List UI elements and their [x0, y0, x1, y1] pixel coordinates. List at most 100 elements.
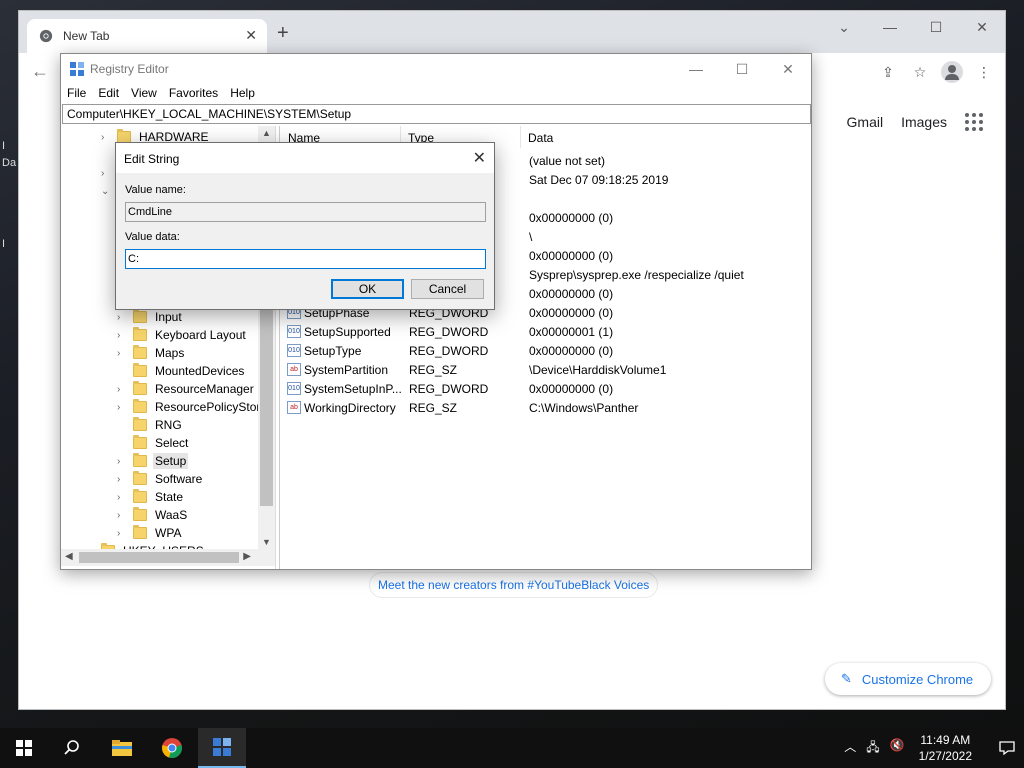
- column-header-data[interactable]: Data: [521, 126, 811, 148]
- folder-icon: [133, 345, 147, 359]
- ok-button[interactable]: OK: [331, 279, 404, 299]
- registry-editor-icon: [213, 738, 231, 756]
- dialog-title: Edit String: [124, 152, 180, 166]
- tree-item-mounteddevices[interactable]: MountedDevices: [117, 362, 246, 380]
- folder-icon: [133, 453, 147, 467]
- tree-item-input[interactable]: › Input: [117, 308, 184, 326]
- back-arrow-icon[interactable]: ←: [31, 61, 49, 82]
- start-button[interactable]: [0, 728, 48, 768]
- desktop-label-2: Da: [2, 157, 17, 169]
- value-row-workingdirectory[interactable]: ab WorkingDirectory REG_SZ C:\Windows\Panth…: [281, 398, 638, 417]
- tree-item-software[interactable]: › Software: [117, 470, 204, 488]
- toolbar-actions: ⇪ ☆ ⋮: [877, 61, 995, 83]
- regedit-title: Registry Editor: [90, 62, 169, 76]
- folder-icon: [133, 525, 147, 539]
- close-icon[interactable]: ✕: [959, 11, 1005, 43]
- value-name-field: CmdLine: [125, 202, 486, 222]
- regedit-maximize-icon[interactable]: ☐: [719, 54, 765, 84]
- tree-item-setup[interactable]: › Setup: [117, 452, 189, 470]
- value-row-systemsetupinprogress[interactable]: 010 SystemSetupInP... REG_DWORD 0x00000000 …: [281, 379, 613, 398]
- search-icon: [64, 740, 79, 755]
- taskbar-registry-editor[interactable]: [198, 728, 246, 768]
- dialog-close-icon[interactable]: ✕: [473, 148, 486, 168]
- tree-item-wpa[interactable]: › WPA: [117, 524, 183, 542]
- volume-muted-icon[interactable]: 🔇: [890, 738, 905, 759]
- network-icon[interactable]: 🖧: [866, 738, 879, 759]
- clock[interactable]: 11:49 AM 1/27/2022: [919, 732, 972, 764]
- images-link[interactable]: Images: [901, 114, 947, 130]
- maximize-icon[interactable]: ☐: [913, 11, 959, 43]
- expand-chevron-icon[interactable]: ›: [101, 132, 111, 143]
- search-button[interactable]: [48, 728, 96, 768]
- menu-view[interactable]: View: [125, 84, 163, 104]
- tree-item-maps[interactable]: › Maps: [117, 344, 186, 362]
- system-tray: ︿ 🖧 🔇 11:49 AM 1/27/2022: [844, 728, 1024, 768]
- scroll-left-icon[interactable]: ◀: [65, 551, 73, 562]
- tree-item-keyboard-layout[interactable]: › Keyboard Layout: [117, 326, 248, 344]
- new-tab-button[interactable]: +: [277, 23, 289, 43]
- tab-close-icon[interactable]: ✕: [245, 27, 257, 44]
- string-value-icon: ab: [287, 363, 301, 376]
- address-bar[interactable]: Computer\HKEY_LOCAL_MACHINE\SYSTEM\Setup: [62, 104, 811, 124]
- collapse-chevron-icon[interactable]: ⌄: [101, 186, 111, 197]
- folder-icon: [133, 399, 147, 413]
- regedit-close-icon[interactable]: ✕: [765, 54, 811, 84]
- value-row-setupsupported[interactable]: 010 SetupSupported REG_DWORD 0x00000001 (1): [281, 322, 613, 341]
- taskbar-chrome[interactable]: [148, 728, 196, 768]
- notification-center-icon[interactable]: [990, 740, 1024, 756]
- show-hidden-icons-chevron-icon[interactable]: ︿: [844, 738, 856, 759]
- taskbar-file-explorer[interactable]: [98, 728, 146, 768]
- tree-horizontal-scrollbar[interactable]: ◀ ▶: [61, 549, 275, 566]
- windows-logo-icon: [16, 740, 32, 756]
- folder-icon: [133, 309, 147, 323]
- value-row-setuptype[interactable]: 010 SetupType REG_DWORD 0x00000000 (0): [281, 341, 613, 360]
- scroll-up-icon[interactable]: ▲: [258, 128, 275, 138]
- regedit-minimize-icon[interactable]: —: [673, 54, 719, 84]
- chrome-tab-strip: New Tab ✕ + ⌄ — ☐ ✕: [19, 11, 1005, 53]
- more-menu-icon[interactable]: ⋮: [973, 61, 995, 83]
- clock-date: 1/27/2022: [918, 749, 972, 763]
- value-data-input[interactable]: C:: [125, 249, 486, 269]
- chrome-tab-new-tab[interactable]: New Tab ✕: [27, 19, 267, 53]
- folder-icon: [133, 507, 147, 521]
- menu-file[interactable]: File: [61, 84, 92, 104]
- dword-value-icon: 010: [287, 344, 301, 357]
- expand-chevron-icon[interactable]: ›: [101, 168, 111, 179]
- tree-item-rng[interactable]: RNG: [117, 416, 184, 434]
- tree-item-resourcepolicystore[interactable]: › ResourcePolicyStore: [117, 398, 269, 416]
- cancel-button[interactable]: Cancel: [411, 279, 484, 299]
- registry-editor-window: Registry Editor — ☐ ✕ File Edit View Fav…: [60, 53, 812, 570]
- value-row-systempartition[interactable]: ab SystemPartition REG_SZ \Device\HarddiskV…: [281, 360, 666, 379]
- customize-chrome-label: Customize Chrome: [861, 671, 974, 687]
- menu-edit[interactable]: Edit: [92, 84, 125, 104]
- scroll-right-icon[interactable]: ▶: [243, 551, 251, 562]
- promo-link[interactable]: Meet the new creators from #YouTubeBlack…: [369, 572, 659, 598]
- tree-item-waas[interactable]: › WaaS: [117, 506, 189, 524]
- hscroll-thumb[interactable]: [79, 552, 239, 563]
- minimize-icon[interactable]: —: [867, 11, 913, 43]
- tree-item-state[interactable]: › State: [117, 488, 185, 506]
- edit-string-dialog: Edit String ✕ Value name: CmdLine Value …: [115, 142, 495, 310]
- dword-value-icon: 010: [287, 325, 301, 338]
- bookmark-star-icon[interactable]: ☆: [909, 61, 931, 83]
- tree-item-select[interactable]: Select: [117, 434, 190, 452]
- clock-time: 11:49 AM: [920, 733, 971, 747]
- share-icon[interactable]: ⇪: [877, 61, 899, 83]
- apps-grid-icon[interactable]: [965, 113, 983, 131]
- customize-chrome-button[interactable]: ✎ Customize Chrome: [825, 663, 991, 695]
- string-value-icon: ab: [287, 401, 301, 414]
- tab-search-icon[interactable]: ⌄: [821, 11, 867, 43]
- dialog-titlebar[interactable]: Edit String ✕: [116, 143, 494, 173]
- menu-favorites[interactable]: Favorites: [163, 84, 224, 104]
- file-explorer-icon: [112, 740, 132, 756]
- menu-help[interactable]: Help: [224, 84, 261, 104]
- regedit-menubar: File Edit View Favorites Help: [61, 84, 261, 104]
- tree-item-resourcemanager[interactable]: › ResourceManager: [117, 380, 256, 398]
- chrome-window-controls: ⌄ — ☐ ✕: [821, 11, 1005, 43]
- regedit-titlebar[interactable]: Registry Editor — ☐ ✕: [61, 54, 811, 84]
- google-top-links: Gmail Images: [847, 113, 983, 131]
- scroll-down-icon[interactable]: ▼: [258, 537, 275, 547]
- profile-avatar[interactable]: [941, 61, 963, 83]
- gmail-link[interactable]: Gmail: [847, 114, 884, 130]
- tab-title: New Tab: [63, 29, 110, 43]
